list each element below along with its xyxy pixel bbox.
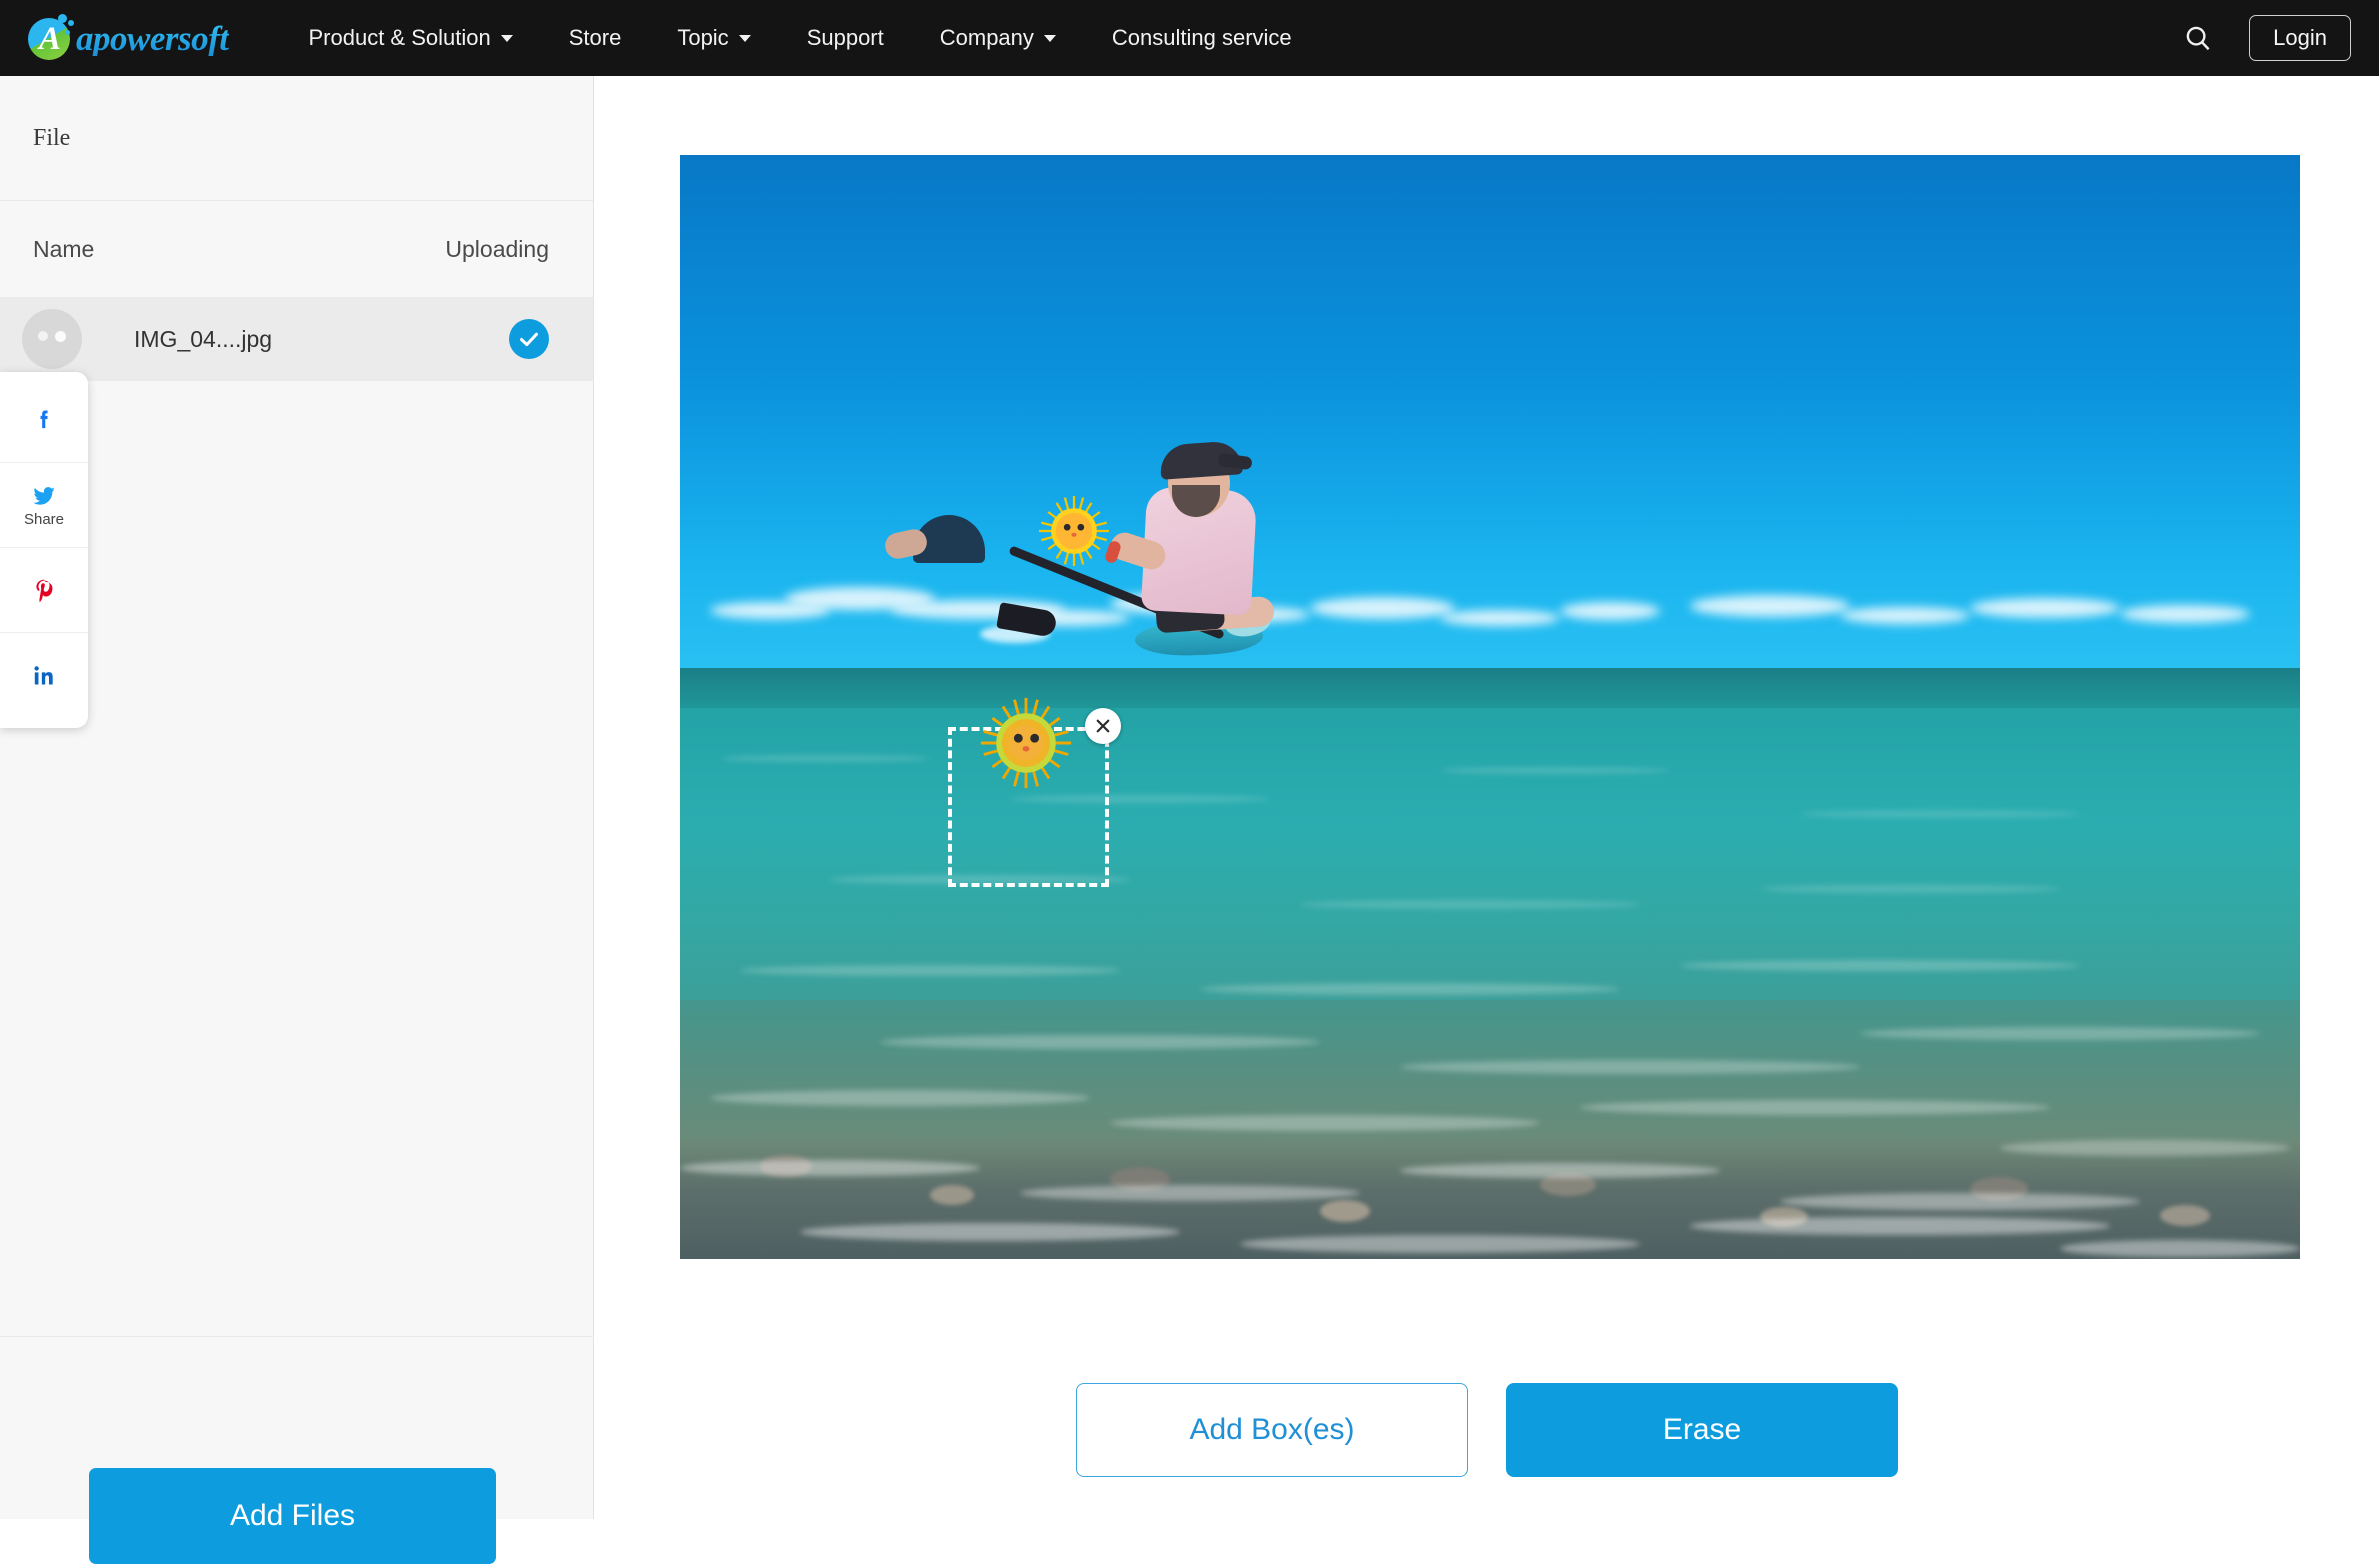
pinterest-icon [31, 575, 57, 605]
column-header-name: Name [33, 236, 94, 263]
editor-action-bar: Add Box(es) Erase [595, 1383, 2379, 1477]
file-sidebar: File Name Uploading IMG_04....jpg Add Fi… [0, 76, 594, 1519]
column-header-status: Uploading [445, 236, 549, 263]
nav-item-product-solution[interactable]: Product & Solution [281, 0, 541, 76]
main-nav: Product & Solution Store Topic Support C… [281, 0, 1320, 76]
nav-item-consulting-service[interactable]: Consulting service [1084, 0, 1320, 76]
linkedin-icon [31, 663, 57, 689]
file-name-label: IMG_04....jpg [134, 326, 509, 353]
nav-item-label: Consulting service [1112, 25, 1292, 51]
cloud [1840, 607, 1970, 624]
photo-sky [680, 155, 2300, 668]
add-boxes-button[interactable]: Add Box(es) [1076, 1383, 1468, 1477]
sun-emoji-sticker[interactable] [1036, 493, 1112, 569]
nav-right-group: Login [2181, 0, 2351, 76]
nav-item-company[interactable]: Company [912, 0, 1084, 76]
chevron-down-icon [501, 35, 513, 42]
erase-button[interactable]: Erase [1506, 1383, 1898, 1477]
nav-item-label: Topic [677, 25, 728, 51]
share-facebook-button[interactable] [0, 378, 88, 463]
cloud [1690, 595, 1850, 617]
sidebar-title: File [0, 76, 593, 201]
photo-horizon-band [680, 668, 2300, 710]
image-canvas[interactable] [680, 155, 2300, 1259]
sun-emoji-sticker-selected[interactable] [978, 695, 1074, 791]
editor-main-panel: Add Box(es) Erase [595, 76, 2379, 1519]
share-pinterest-button[interactable] [0, 548, 88, 633]
chevron-down-icon [739, 35, 751, 42]
login-button[interactable]: Login [2249, 15, 2351, 61]
facebook-icon [31, 405, 57, 435]
share-twitter-button[interactable]: Share [0, 463, 88, 548]
share-label: Share [24, 511, 64, 528]
cloud [1440, 610, 1560, 626]
nav-item-label: Store [569, 25, 622, 51]
top-navigation-bar: A apowersoft Product & Solution Store To… [0, 0, 2379, 76]
nav-item-label: Support [807, 25, 884, 51]
file-list-column-headers: Name Uploading [0, 201, 593, 297]
nav-item-store[interactable]: Store [541, 0, 650, 76]
cloud [1310, 597, 1455, 619]
twitter-icon [29, 483, 59, 509]
upload-complete-check-icon [509, 319, 549, 359]
add-files-button[interactable]: Add Files [89, 1468, 496, 1564]
social-share-widget: Share [0, 372, 88, 728]
close-icon[interactable] [1085, 708, 1121, 744]
share-linkedin-button[interactable] [0, 633, 88, 718]
nav-item-topic[interactable]: Topic [649, 0, 778, 76]
file-list-item[interactable]: IMG_04....jpg [0, 297, 593, 381]
logo-wordmark: apowersoft [76, 21, 229, 56]
cloud [1560, 602, 1660, 620]
cloud [1970, 598, 2120, 618]
file-thumbnail-placeholder-icon [22, 309, 82, 369]
cloud [2120, 605, 2250, 623]
nav-item-support[interactable]: Support [779, 0, 912, 76]
nav-item-label: Company [940, 25, 1034, 51]
logo-mark-icon: A [24, 14, 74, 62]
search-icon[interactable] [2181, 21, 2215, 55]
chevron-down-icon [1044, 35, 1056, 42]
sidebar-divider [0, 1336, 594, 1337]
nav-item-label: Product & Solution [309, 25, 491, 51]
apowersoft-logo[interactable]: A apowersoft [24, 0, 229, 76]
